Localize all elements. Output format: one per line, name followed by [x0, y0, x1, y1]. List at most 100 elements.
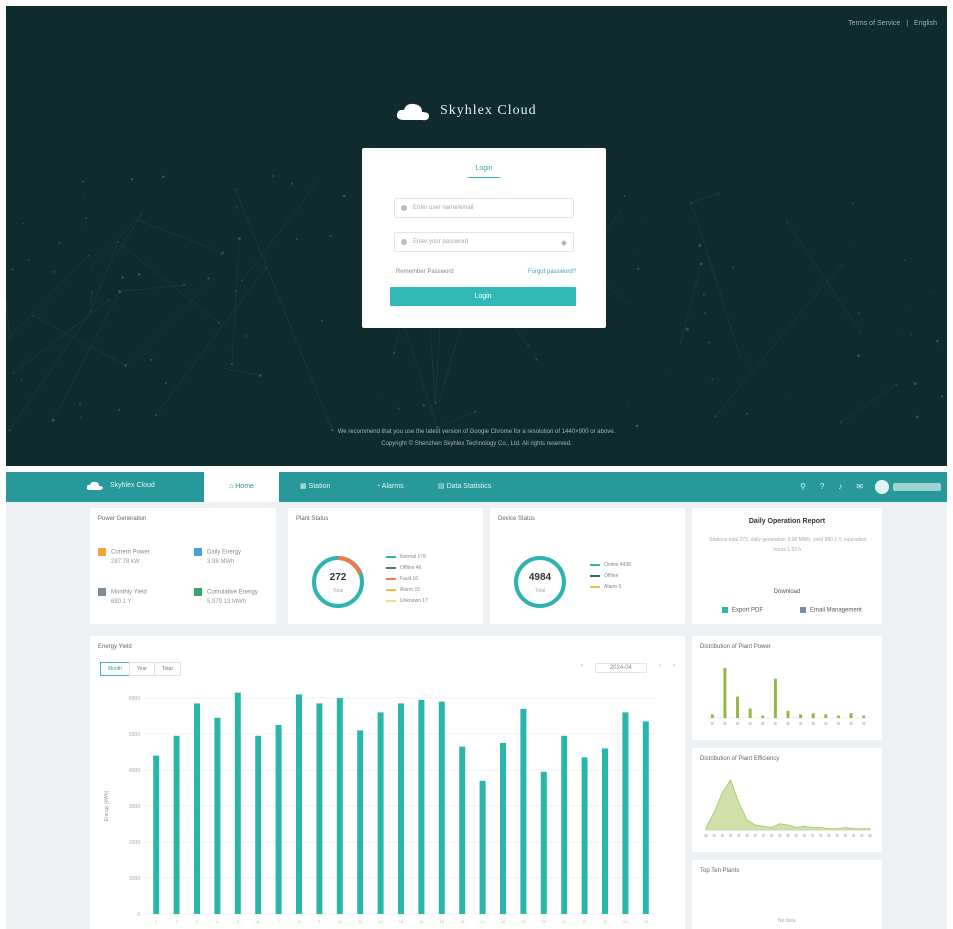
export-pdf-button[interactable]: Export PDF — [722, 607, 763, 614]
tab-year[interactable]: Year — [128, 662, 156, 676]
x-tick-label: 12 — [378, 919, 383, 924]
network-dot — [165, 381, 167, 384]
search-icon[interactable]: ⚲ — [800, 482, 806, 491]
bar — [849, 713, 853, 718]
legend-item: Online 4438 — [590, 560, 631, 571]
bar — [761, 715, 765, 718]
bar — [459, 746, 466, 914]
x-tick-mark — [835, 834, 839, 837]
help-icon[interactable]: ? — [820, 482, 824, 491]
network-dot — [849, 244, 850, 246]
network-dot — [11, 268, 14, 271]
forgot-password-link[interactable]: Forgot password? — [528, 269, 576, 275]
bar — [500, 743, 506, 914]
legend-label: Alarm 0 — [604, 584, 622, 590]
network-dot — [711, 378, 714, 381]
next-icon[interactable]: › — [673, 663, 675, 673]
x-tick-label: 18 — [501, 919, 506, 924]
x-tick-mark — [836, 722, 840, 725]
legend-item: Offline — [590, 571, 631, 582]
tab-alarms[interactable]: ◔ Alarms — [376, 472, 404, 502]
stat-label: Cumulative Energy — [207, 589, 258, 596]
legend-label: Offline — [604, 573, 619, 579]
tab-data-statistics-label: Data Statistics — [446, 483, 492, 490]
legend-label: Unknown 17 — [400, 598, 428, 604]
x-tick-label: 11 — [358, 919, 363, 924]
efficiency-distribution-chart — [704, 779, 872, 837]
network-line — [235, 189, 333, 431]
tab-month[interactable]: Month — [100, 662, 130, 676]
bar — [799, 714, 803, 718]
x-tick-mark — [811, 722, 815, 725]
terms-link[interactable]: Terms of Service — [848, 20, 900, 27]
x-tick-mark — [852, 834, 856, 837]
bar — [214, 717, 221, 914]
bar — [153, 755, 160, 914]
x-tick-label: 14 — [419, 919, 424, 924]
email-management-button[interactable]: Email Management — [800, 607, 862, 614]
device-status-panel: Device Status 4984 Total Online 4438 Off… — [490, 508, 685, 624]
tab-login[interactable]: Login — [362, 165, 606, 172]
x-tick-label: 19 — [521, 919, 526, 924]
bar — [418, 699, 425, 914]
eye-icon[interactable]: ◉ — [561, 239, 567, 247]
network-dot — [83, 193, 85, 195]
date-field[interactable]: 2024-04 — [594, 663, 647, 673]
report-title: Daily Operation Report — [748, 518, 826, 525]
bar — [296, 694, 302, 914]
energy-icon — [194, 548, 202, 556]
button-label: Email Management — [810, 607, 862, 614]
legend-item: Unknown 17 — [386, 596, 428, 607]
user-name[interactable] — [893, 483, 941, 491]
network-dot — [535, 358, 538, 361]
network-dot — [898, 330, 900, 332]
period-tabs: Month Year Total — [100, 662, 181, 676]
plant-total-label: Total — [332, 588, 344, 594]
y-tick-label: 1000 — [129, 876, 140, 882]
x-tick-label: 20 — [542, 919, 547, 924]
network-dot — [623, 195, 626, 197]
tab-home[interactable]: ⌂ Home — [204, 472, 279, 502]
x-tick-label: 25 — [644, 919, 649, 924]
bar — [479, 780, 486, 914]
network-dot — [913, 382, 917, 386]
bar — [773, 678, 777, 718]
x-tick-mark — [786, 722, 790, 725]
power-generation-panel: Power Generation Current Power 287.78 kW… — [90, 508, 276, 624]
bar — [336, 698, 343, 914]
x-tick-mark — [720, 834, 724, 837]
tab-station[interactable]: ▦ Station — [300, 472, 330, 502]
login-button[interactable]: Login — [390, 287, 576, 306]
footer-line-1: We recommend that you use the latest ver… — [337, 429, 616, 435]
bar — [642, 721, 649, 914]
network-line — [119, 284, 185, 292]
message-icon[interactable]: ✉ — [856, 482, 863, 491]
cumulative-icon — [194, 588, 202, 596]
network-line — [13, 300, 109, 373]
device-status-legend: Online 4438 Offline Alarm 0 — [590, 560, 631, 593]
tab-station-label: Station — [308, 483, 331, 490]
remember-checkbox[interactable]: Remember Password — [396, 269, 454, 275]
panel-title: Plant Status — [296, 516, 329, 522]
prev-icon[interactable]: ‹ — [581, 663, 583, 673]
language-link[interactable]: English — [914, 20, 937, 27]
y-tick-label: 6000 — [129, 696, 140, 702]
tab-total[interactable]: Total — [154, 662, 181, 676]
tab-home-label: Home — [235, 483, 254, 490]
y-axis-label: Energy (kWh) — [104, 790, 110, 821]
network-dot — [910, 333, 912, 336]
avatar[interactable] — [875, 480, 889, 494]
x-tick-mark — [712, 834, 716, 837]
tab-data-statistics[interactable]: ▤ Data Statistics — [438, 472, 491, 502]
password-field[interactable]: Enter your password ◉ — [394, 232, 574, 252]
power-icon — [98, 548, 106, 556]
bell-icon[interactable]: ♪ — [838, 482, 842, 491]
bar — [520, 708, 527, 914]
calendar-icon[interactable]: ▫ — [659, 663, 661, 673]
x-tick-label: 23 — [603, 919, 608, 924]
x-tick-label: 6 — [257, 919, 260, 924]
username-field[interactable]: Enter user name/email — [394, 198, 574, 218]
login-card: Login Enter user name/email Enter your p… — [362, 148, 606, 328]
nav-brand[interactable]: Skyhlex Cloud — [86, 480, 155, 491]
energy-yield-panel: Energy Yield Month Year Total ‹ 2024-04 … — [90, 636, 685, 929]
